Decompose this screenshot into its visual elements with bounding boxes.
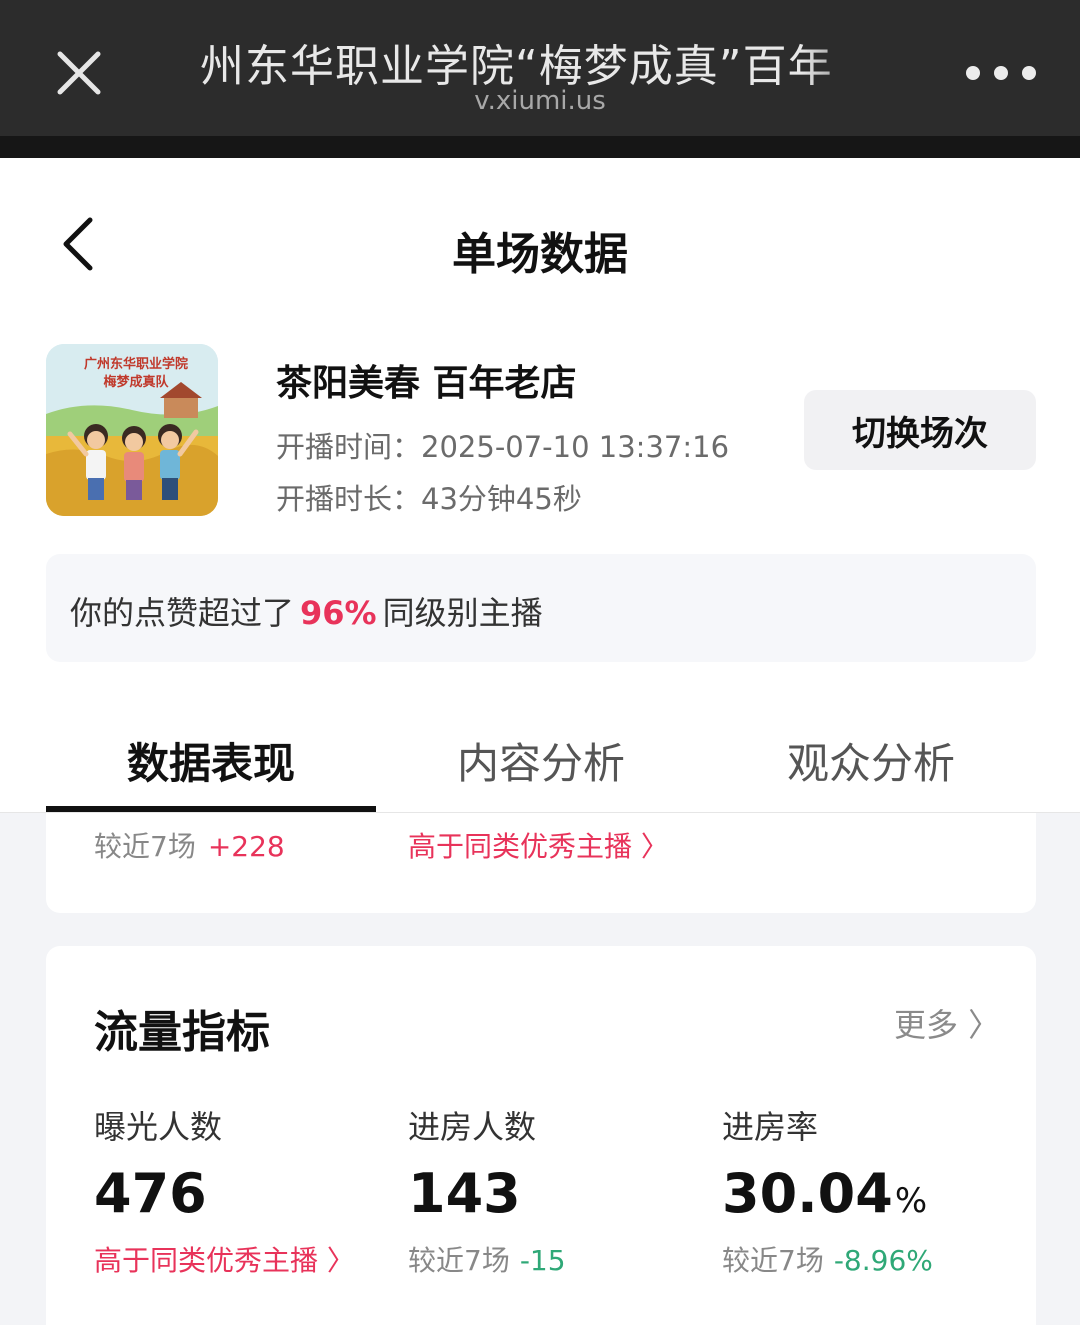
more-options-icon[interactable] <box>966 62 1036 84</box>
metric-label: 进房率 <box>722 1108 819 1146</box>
excellent-anchor-link[interactable]: 高于同类优秀主播 〉 <box>408 825 669 865</box>
traffic-metrics-card: 流量指标 更多 〉 曝光人数 476 高于同类优秀主播 〉 进房人数 143 较… <box>46 946 1036 1325</box>
topbar-divider <box>0 136 1080 158</box>
active-tab-indicator <box>46 806 376 812</box>
tab-bar: 数据表现 内容分析 观众分析 <box>0 718 1080 813</box>
more-link[interactable]: 更多 〉 <box>894 1000 1000 1046</box>
page-content: 单场数据 广州东华职业学院 梅梦成真队 茶阳美春 百年老店 开播时间：2025-… <box>0 158 1080 813</box>
duration-label: 开播时长： <box>276 482 422 516</box>
stream-name: 茶阳美春 百年老店 <box>276 363 577 404</box>
tab-content-analysis[interactable]: 内容分析 <box>376 730 706 791</box>
metric-value: 143 <box>408 1162 708 1225</box>
compare-delta: +228 <box>207 830 285 863</box>
metric-number: 143 <box>408 1162 521 1225</box>
browser-title: 州东华职业学院“梅梦成真”百年 <box>200 41 833 86</box>
metric-number: 476 <box>94 1162 207 1225</box>
duration-row: 开播时长：43分钟45秒 <box>276 476 582 518</box>
browser-url: v.xiumi.us <box>474 86 606 116</box>
start-time-label: 开播时间： <box>276 430 422 464</box>
like-prefix: 你的点赞超过了 <box>70 594 295 632</box>
compare-label: 较近7场 <box>408 1244 510 1277</box>
metric-compare: 较近7场 -8.96% <box>722 1239 1022 1279</box>
metric-room-entries: 进房人数 143 较近7场 -15 <box>408 1102 708 1279</box>
page-title: 单场数据 <box>452 229 628 280</box>
compare-delta: -8.96% <box>833 1244 933 1277</box>
cover-caption: 广州东华职业学院 梅梦成真队 <box>83 357 188 390</box>
compare-label: 较近7场 <box>722 1244 824 1277</box>
like-suffix: 同级别主播 <box>382 594 543 632</box>
like-percent: 96% <box>300 594 377 632</box>
metric-number: 30.04 <box>722 1162 893 1225</box>
start-time-row: 开播时间：2025-07-10 13:37:16 <box>276 424 729 466</box>
compare-delta: -15 <box>519 1244 566 1277</box>
tab-audience-analysis[interactable]: 观众分析 <box>706 730 1036 791</box>
metric-label: 进房人数 <box>408 1108 537 1146</box>
metric-label: 曝光人数 <box>94 1108 223 1146</box>
metric-value: 476 <box>94 1162 394 1225</box>
tab-data-performance[interactable]: 数据表现 <box>46 730 376 791</box>
metric-entry-rate: 进房率 30.04% 较近7场 -8.96% <box>722 1102 1022 1279</box>
like-rank-banner: 你的点赞超过了 96% 同级别主播 <box>46 554 1036 662</box>
like-rank-text: 你的点赞超过了 96% 同级别主播 <box>70 588 543 634</box>
compare-label: 较近7场 <box>94 830 196 863</box>
metric-value: 30.04% <box>722 1162 1022 1225</box>
metric-unit: % <box>894 1181 928 1221</box>
metric-compare: 较近7场 -15 <box>408 1239 708 1279</box>
browser-top-bar: 州东华职业学院“梅梦成真”百年 v.xiumi.us <box>0 0 1080 136</box>
excellent-anchor-link[interactable]: 高于同类优秀主播 〉 <box>94 1239 394 1279</box>
overview-card: 较近7场 +228 高于同类优秀主播 〉 <box>46 813 1036 913</box>
stream-cover-image: 广州东华职业学院 梅梦成真队 <box>46 344 218 516</box>
duration-value: 43分钟45秒 <box>421 482 582 516</box>
compare-row: 较近7场 +228 <box>94 825 285 865</box>
metric-exposure: 曝光人数 476 高于同类优秀主播 〉 <box>94 1102 394 1279</box>
section-title: 流量指标 <box>94 1007 270 1058</box>
start-time-value: 2025-07-10 13:37:16 <box>421 430 730 464</box>
switch-session-button[interactable]: 切换场次 <box>804 390 1036 470</box>
